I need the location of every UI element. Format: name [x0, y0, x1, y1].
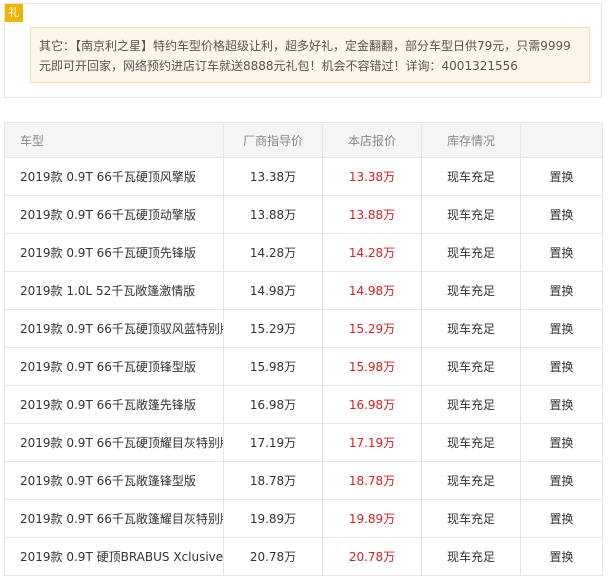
cell-stock: 现车充足 [421, 271, 521, 310]
cell-model: 2019款 0.9T 硬顶BRABUS Xclusive [4, 537, 224, 576]
cell-model: 2019款 1.0L 52千瓦敞篷激情版 [4, 271, 224, 310]
trade-in-link[interactable]: 置换 [520, 461, 603, 500]
header-stock: 库存情况 [421, 122, 521, 158]
cell-dealer-price: 19.89万 [322, 499, 422, 538]
trade-in-link[interactable]: 置换 [520, 271, 603, 310]
cell-dealer-price: 15.29万 [322, 309, 422, 348]
cell-model: 2019款 0.9T 66千瓦硬顶耀目灰特别版 [4, 423, 224, 462]
cell-msrp: 13.38万 [223, 157, 323, 196]
cell-msrp: 13.88万 [223, 195, 323, 234]
trade-in-link[interactable]: 置换 [520, 499, 603, 538]
cell-stock: 现车充足 [421, 499, 521, 538]
table-row: 2019款 0.9T 66千瓦硬顶动擎版 13.88万 13.88万 现车充足 置换 [4, 195, 603, 234]
price-table: 车型 厂商指导价 本店报价 库存情况 2019款 0.9T 66千瓦硬顶风擎版 1… [4, 122, 603, 576]
cell-model: 2019款 0.9T 66千瓦敞篷先锋版 [4, 385, 224, 424]
cell-dealer-price: 15.98万 [322, 347, 422, 386]
trade-in-link[interactable]: 置换 [520, 195, 603, 234]
trade-in-link[interactable]: 置换 [520, 537, 603, 576]
promo-text: 其它：【南京利之星】特约车型价格超级让利，超多好礼，定金翻翻，部分车型日供79元… [30, 27, 590, 83]
cell-dealer-price: 18.78万 [322, 461, 422, 500]
trade-in-link[interactable]: 置换 [520, 233, 603, 272]
promo-panel: 礼 其它：【南京利之星】特约车型价格超级让利，超多好礼，定金翻翻，部分车型日供7… [4, 3, 602, 98]
cell-msrp: 18.78万 [223, 461, 323, 500]
cell-model: 2019款 0.9T 66千瓦硬顶动擎版 [4, 195, 224, 234]
cell-msrp: 17.19万 [223, 423, 323, 462]
cell-stock: 现车充足 [421, 347, 521, 386]
cell-msrp: 19.89万 [223, 499, 323, 538]
cell-model: 2019款 0.9T 66千瓦硬顶先锋版 [4, 233, 224, 272]
table-row: 2019款 1.0L 52千瓦敞篷激情版 14.98万 14.98万 现车充足 置换 [4, 271, 603, 310]
cell-dealer-price: 20.78万 [322, 537, 422, 576]
cell-stock: 现车充足 [421, 423, 521, 462]
cell-msrp: 15.29万 [223, 309, 323, 348]
cell-dealer-price: 14.28万 [322, 233, 422, 272]
cell-stock: 现车充足 [421, 309, 521, 348]
cell-dealer-price: 14.98万 [322, 271, 422, 310]
header-dealer-price: 本店报价 [322, 122, 422, 158]
table-row: 2019款 0.9T 66千瓦敞篷先锋版 16.98万 16.98万 现车充足 置换 [4, 385, 603, 424]
table-row: 2019款 0.9T 66千瓦敞篷锋型版 18.78万 18.78万 现车充足 置换 [4, 461, 603, 500]
table-header-row: 车型 厂商指导价 本店报价 库存情况 [4, 122, 603, 158]
cell-msrp: 14.98万 [223, 271, 323, 310]
cell-dealer-price: 17.19万 [322, 423, 422, 462]
cell-msrp: 15.98万 [223, 347, 323, 386]
trade-in-link[interactable]: 置换 [520, 157, 603, 196]
table-row: 2019款 0.9T 66千瓦硬顶风擎版 13.38万 13.38万 现车充足 置换 [4, 157, 603, 196]
cell-model: 2019款 0.9T 66千瓦敞篷耀目灰特别版 [4, 499, 224, 538]
cell-stock: 现车充足 [421, 461, 521, 500]
table-row: 2019款 0.9T 66千瓦硬顶先锋版 14.28万 14.28万 现车充足 置换 [4, 233, 603, 272]
header-model: 车型 [4, 122, 224, 158]
cell-dealer-price: 16.98万 [322, 385, 422, 424]
cell-stock: 现车充足 [421, 385, 521, 424]
cell-msrp: 14.28万 [223, 233, 323, 272]
trade-in-link[interactable]: 置换 [520, 309, 603, 348]
table-row: 2019款 0.9T 硬顶BRABUS Xclusive 20.78万 20.78万… [4, 537, 603, 576]
cell-stock: 现车充足 [421, 195, 521, 234]
cell-model: 2019款 0.9T 66千瓦敞篷锋型版 [4, 461, 224, 500]
trade-in-link[interactable]: 置换 [520, 347, 603, 386]
header-action [520, 122, 603, 158]
table-row: 2019款 0.9T 66千瓦敞篷耀目灰特别版 19.89万 19.89万 现车充足置… [4, 499, 603, 538]
cell-stock: 现车充足 [421, 537, 521, 576]
trade-in-link[interactable]: 置换 [520, 423, 603, 462]
table-row: 2019款 0.9T 66千瓦硬顶驭风蓝特别版 15.29万 15.29万 现车充足置… [4, 309, 603, 348]
table-body: 2019款 0.9T 66千瓦硬顶风擎版 13.38万 13.38万 现车充足 置换 20… [4, 157, 603, 576]
cell-model: 2019款 0.9T 66千瓦硬顶风擎版 [4, 157, 224, 196]
gift-tag-icon: 礼 [5, 4, 23, 22]
header-msrp: 厂商指导价 [223, 122, 323, 158]
cell-stock: 现车充足 [421, 233, 521, 272]
cell-model: 2019款 0.9T 66千瓦硬顶驭风蓝特别版 [4, 309, 224, 348]
trade-in-link[interactable]: 置换 [520, 385, 603, 424]
cell-msrp: 20.78万 [223, 537, 323, 576]
cell-stock: 现车充足 [421, 157, 521, 196]
cell-msrp: 16.98万 [223, 385, 323, 424]
cell-dealer-price: 13.38万 [322, 157, 422, 196]
cell-model: 2019款 0.9T 66千瓦硬顶锋型版 [4, 347, 224, 386]
table-row: 2019款 0.9T 66千瓦硬顶耀目灰特别版 17.19万 17.19万 现车充足置… [4, 423, 603, 462]
cell-dealer-price: 13.88万 [322, 195, 422, 234]
table-row: 2019款 0.9T 66千瓦硬顶锋型版 15.98万 15.98万 现车充足 置换 [4, 347, 603, 386]
